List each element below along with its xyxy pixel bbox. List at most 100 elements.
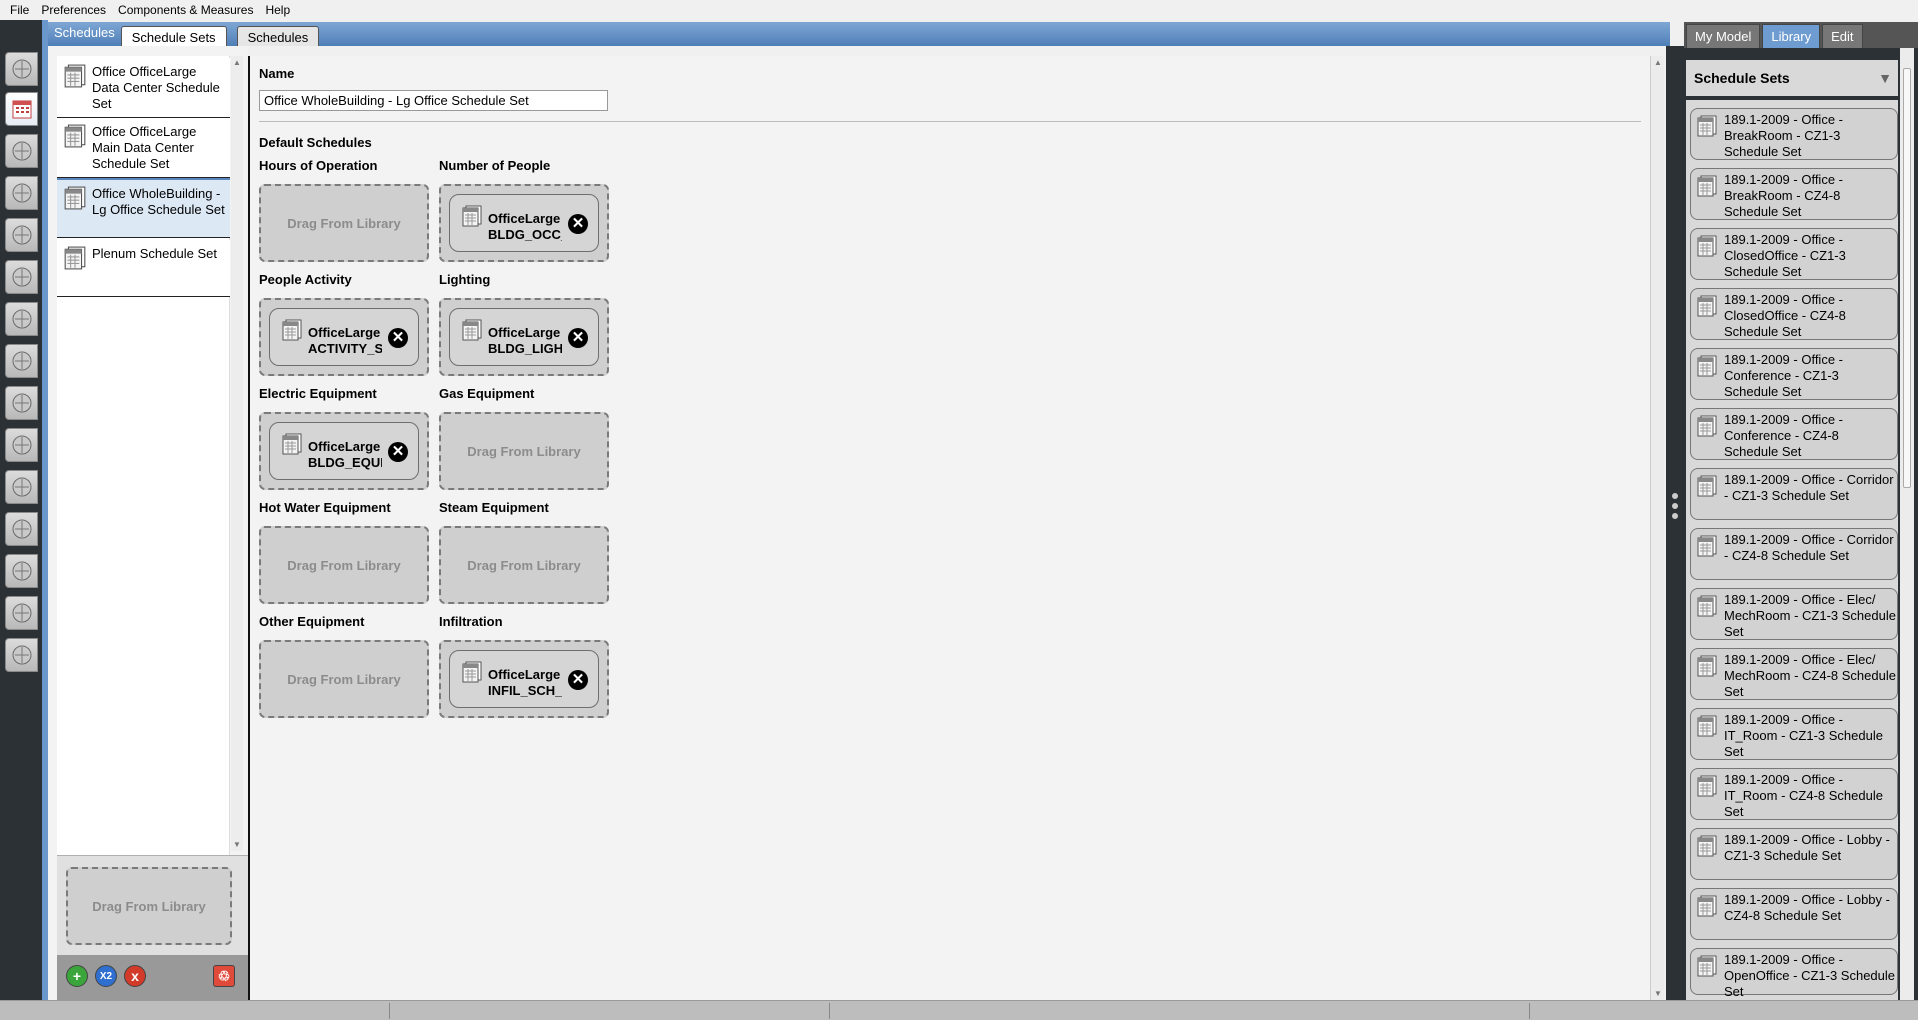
panel-splitter[interactable] <box>1666 46 1684 1000</box>
hours-of-operation-drop-zone[interactable]: Drag From Library <box>259 184 429 262</box>
number-of-people-drop-zone[interactable]: OfficeLargeBLDG_OCC_S ✕ <box>439 184 609 262</box>
copy-button[interactable]: X2 <box>95 965 117 987</box>
tab-edit[interactable]: Edit <box>1822 24 1863 48</box>
hot-water-equipment-label: Hot Water Equipment <box>259 500 391 515</box>
electric-equipment-drop-zone[interactable]: OfficeLargeBLDG_EQUIP_ ✕ <box>259 412 429 490</box>
tab-my-model[interactable]: My Model <box>1686 24 1761 48</box>
library-item[interactable]: 189.1-2009 - Office - Lobby - CZ4-8 Sche… <box>1690 888 1898 940</box>
library-item-label: 189.1-2009 - Office - ClosedOffice - CZ1… <box>1724 232 1846 279</box>
schedule-chip[interactable]: OfficeLargeINFIL_SCH_P ✕ <box>449 650 599 708</box>
menu-file[interactable]: File <box>4 0 35 20</box>
library-item[interactable]: 189.1-2009 - Office - Elec/ MechRoom - C… <box>1690 588 1898 640</box>
tab-library[interactable]: Library <box>1762 24 1821 48</box>
remove-schedule-icon[interactable]: ✕ <box>388 442 408 462</box>
run-icon <box>10 601 34 625</box>
schedule-icon <box>282 319 302 341</box>
left-nav-tab[interactable] <box>5 554 38 588</box>
people-activity-drop-zone[interactable]: OfficeLargeACTIVITY_SC ✕ <box>259 298 429 376</box>
library-item[interactable]: 189.1-2009 - Office - BreakRoom - CZ1-3 … <box>1690 108 1898 160</box>
menu-preferences[interactable]: Preferences <box>35 0 112 20</box>
left-nav-tab[interactable] <box>5 470 38 504</box>
steam-equipment-label: Steam Equipment <box>439 500 549 515</box>
status-segment <box>0 1003 390 1019</box>
left-nav-tab[interactable] <box>5 512 38 546</box>
library-item[interactable]: 189.1-2009 - Office - IT_Room - CZ1-3 Sc… <box>1690 708 1898 760</box>
remove-schedule-icon[interactable]: ✕ <box>568 214 588 234</box>
library-item[interactable]: 189.1-2009 - Office - Conference - CZ1-3… <box>1690 348 1898 400</box>
scroll-up-icon[interactable]: ▲ <box>1654 58 1662 67</box>
name-input[interactable] <box>259 90 608 111</box>
left-nav-tab[interactable] <box>5 596 38 630</box>
left-nav-tab[interactable] <box>5 638 38 672</box>
sidebar-scrollbar[interactable]: ▲ ▼ <box>231 56 243 851</box>
left-nav-tab[interactable] <box>5 428 38 462</box>
library-item[interactable]: 189.1-2009 - Office - Conference - CZ4-8… <box>1690 408 1898 460</box>
infiltration-drop-zone[interactable]: OfficeLargeINFIL_SCH_P ✕ <box>439 640 609 718</box>
left-nav-tab[interactable] <box>5 302 38 336</box>
menu-help[interactable]: Help <box>259 0 296 20</box>
library-category-dropdown[interactable]: Schedule Sets ▼ <box>1686 60 1898 96</box>
schedule-chip[interactable]: OfficeLargeBLDG_EQUIP_ ✕ <box>269 422 419 480</box>
schedule-set-icon <box>1697 295 1717 317</box>
left-nav-tab[interactable] <box>5 344 38 378</box>
schedule-name-line2: INFIL_SCH_P <box>488 683 562 698</box>
right-tab-bar: My Model Library Edit <box>1684 22 1918 48</box>
remove-button[interactable]: x <box>124 965 146 987</box>
menu-components-measures[interactable]: Components & Measures <box>112 0 259 20</box>
left-nav-tab[interactable] <box>5 134 38 168</box>
schedule-set-name: Plenum Schedule Set <box>92 246 218 261</box>
scroll-down-icon[interactable]: ▼ <box>1654 989 1662 998</box>
scroll-up-icon[interactable]: ▲ <box>233 58 241 67</box>
tab-schedules[interactable]: Schedules <box>236 26 320 46</box>
scroll-down-icon[interactable]: ▼ <box>233 840 241 849</box>
gas-equipment-drop-zone[interactable]: Drag From Library <box>439 412 609 490</box>
library-item[interactable]: 189.1-2009 - Office - OpenOffice - CZ1-3… <box>1690 948 1898 999</box>
menu-bar: File Preferences Components & Measures H… <box>0 0 1918 20</box>
schedule-set-list-item[interactable]: Plenum Schedule Set <box>57 240 230 297</box>
content-scrollbar[interactable]: ▲ ▼ <box>1650 56 1664 1000</box>
hot-water-equipment-drop-zone[interactable]: Drag From Library <box>259 526 429 604</box>
library-scroll-thumb[interactable] <box>1903 68 1911 488</box>
library-item[interactable]: 189.1-2009 - Office - Elec/ MechRoom - C… <box>1690 648 1898 700</box>
schedule-icon <box>462 319 482 341</box>
schedule-chip[interactable]: OfficeLargeBLDG_OCC_S ✕ <box>449 194 599 252</box>
library-scrollbar[interactable] <box>1900 48 1914 1000</box>
schedule-set-list-item[interactable]: Office WholeBuilding - Lg Office Schedul… <box>57 178 230 238</box>
left-nav-tab[interactable] <box>5 218 38 252</box>
remove-schedule-icon[interactable]: ✕ <box>388 328 408 348</box>
schedule-chip[interactable]: OfficeLargeACTIVITY_SC ✕ <box>269 308 419 366</box>
add-button[interactable]: + <box>66 965 88 987</box>
schedule-name-line1: OfficeLarge <box>308 325 381 340</box>
other-equipment-drop-zone[interactable]: Drag From Library <box>259 640 429 718</box>
left-nav-tab[interactable] <box>5 92 38 126</box>
schedule-name-line2: ACTIVITY_SC <box>308 341 382 356</box>
library-item-label: 189.1-2009 - Office - Elec/ MechRoom - C… <box>1724 592 1896 639</box>
library-item[interactable]: 189.1-2009 - Office - ClosedOffice - CZ4… <box>1690 288 1898 340</box>
schedule-chip[interactable]: OfficeLargeBLDG_LIGHT_ ✕ <box>449 308 599 366</box>
library-item[interactable]: 189.1-2009 - Office - IT_Room - CZ4-8 Sc… <box>1690 768 1898 820</box>
sidebar-drop-zone[interactable]: Drag From Library <box>66 867 232 945</box>
schedule-set-list-item[interactable]: Office OfficeLarge Data Center Schedule … <box>57 58 230 118</box>
library-item[interactable]: 189.1-2009 - Office - Lobby - CZ1-3 Sche… <box>1690 828 1898 880</box>
remove-schedule-icon[interactable]: ✕ <box>568 328 588 348</box>
left-nav-tab[interactable] <box>5 52 38 86</box>
steam-equipment-drop-zone[interactable]: Drag From Library <box>439 526 609 604</box>
left-nav-tab[interactable] <box>5 176 38 210</box>
library-item[interactable]: 189.1-2009 - Office - BreakRoom - CZ4-8 … <box>1690 168 1898 220</box>
library-item-label: 189.1-2009 - Office - Corridor - CZ4-8 S… <box>1724 532 1894 563</box>
sidebar-drop-area: Drag From Library <box>57 855 248 960</box>
library-item[interactable]: 189.1-2009 - Office - ClosedOffice - CZ1… <box>1690 228 1898 280</box>
schedule-set-icon <box>64 186 86 210</box>
library-item[interactable]: 189.1-2009 - Office - Corridor - CZ1-3 S… <box>1690 468 1898 520</box>
remove-schedule-icon[interactable]: ✕ <box>568 670 588 690</box>
simulation-settings-icon <box>10 517 34 541</box>
sidebar-toolbar: + X2 x ♲ <box>57 955 248 1000</box>
purge-button[interactable]: ♲ <box>213 965 235 987</box>
left-nav-tab[interactable] <box>5 386 38 420</box>
lighting-drop-zone[interactable]: OfficeLargeBLDG_LIGHT_ ✕ <box>439 298 609 376</box>
library-item[interactable]: 189.1-2009 - Office - Corridor - CZ4-8 S… <box>1690 528 1898 580</box>
library-category-label: Schedule Sets <box>1694 70 1790 86</box>
schedule-set-list-item[interactable]: Office OfficeLarge Main Data Center Sche… <box>57 118 230 178</box>
left-nav-tab[interactable] <box>5 260 38 294</box>
tab-schedule-sets[interactable]: Schedule Sets <box>120 26 227 46</box>
